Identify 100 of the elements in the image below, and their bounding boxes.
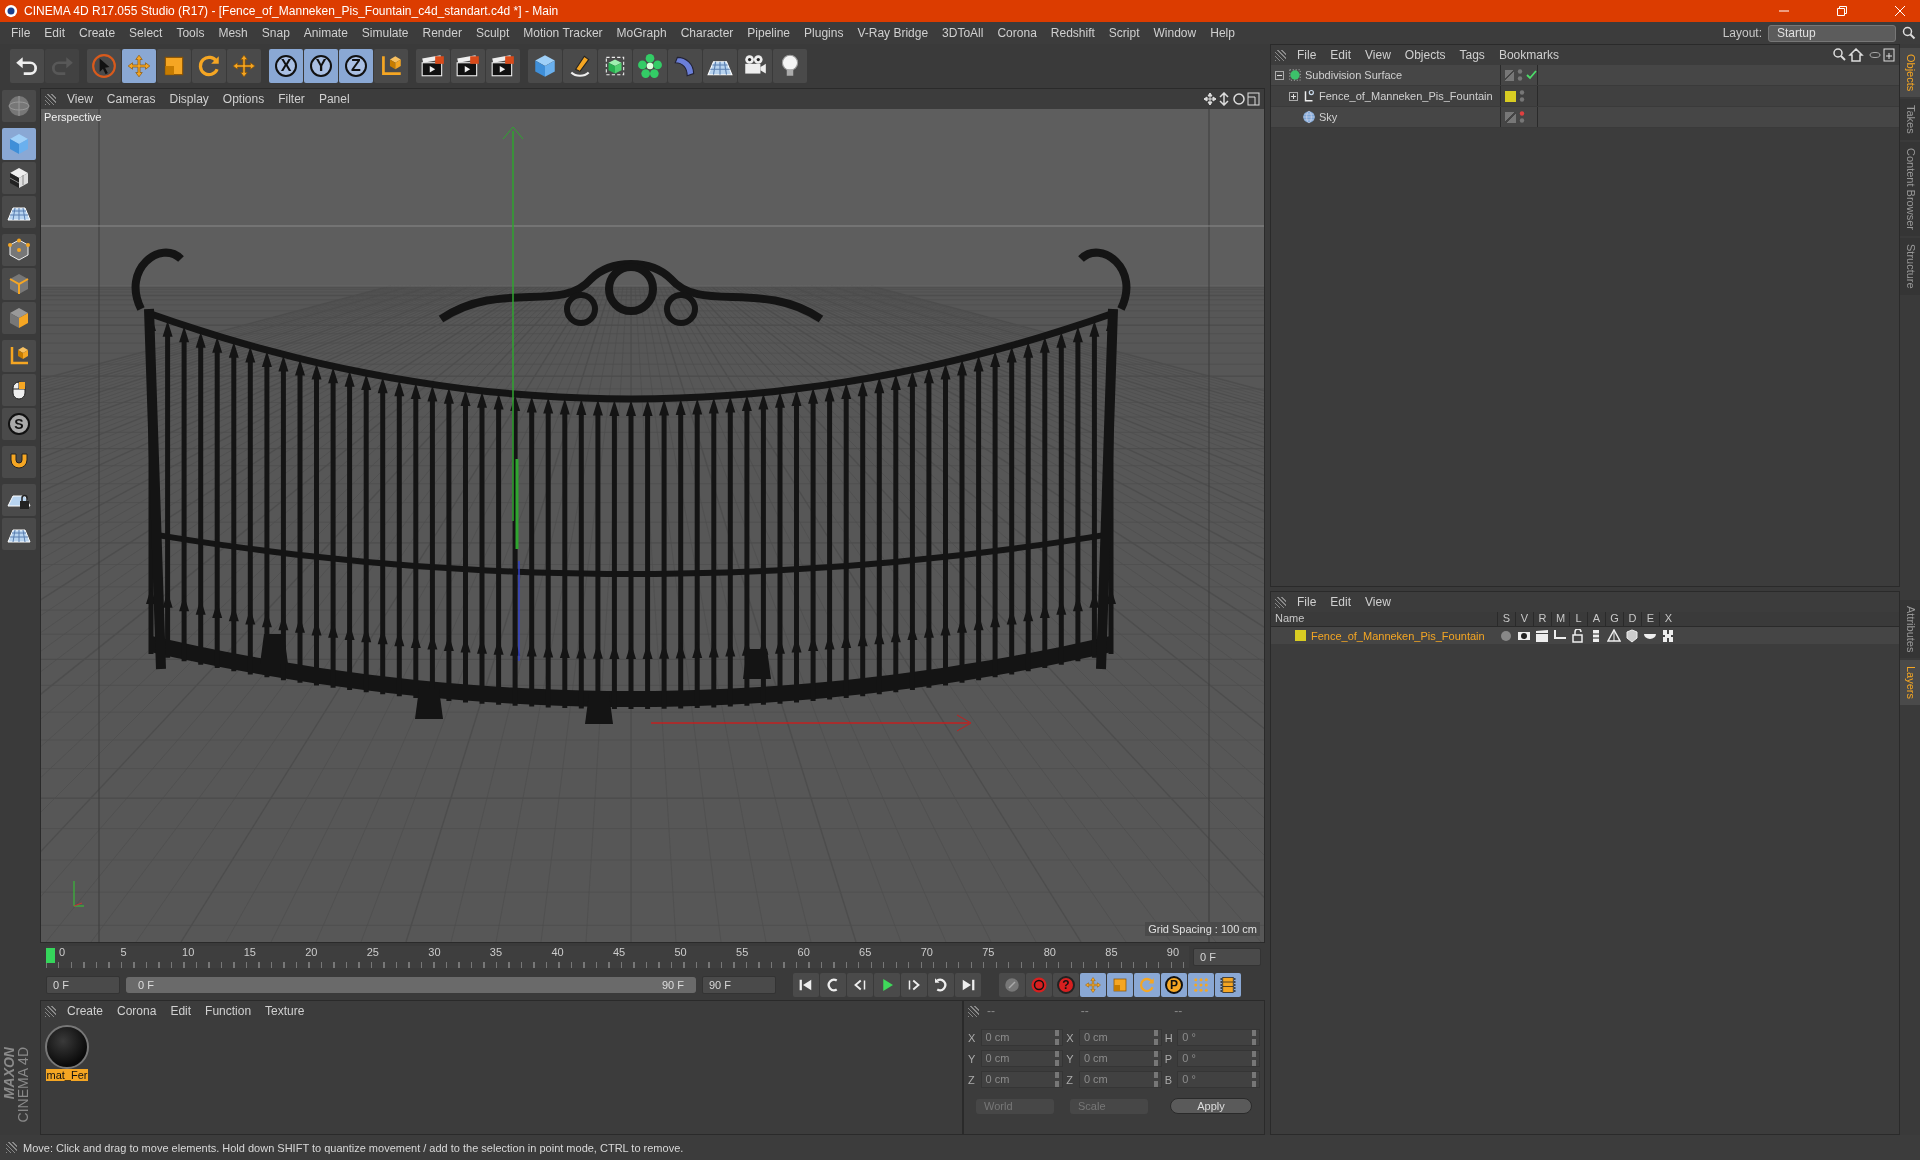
- restore-icon[interactable]: [1836, 5, 1848, 17]
- menu-item[interactable]: Corona: [110, 1004, 164, 1018]
- menu-item[interactable]: Redshift: [1043, 26, 1102, 40]
- workplane-lock-button[interactable]: [2, 484, 36, 516]
- menu-item[interactable]: File: [1290, 595, 1324, 609]
- menu-item[interactable]: Create: [60, 1004, 111, 1018]
- expand-toggle[interactable]: [1289, 91, 1299, 101]
- menu-item[interactable]: Cameras: [99, 92, 163, 106]
- menu-item[interactable]: Character: [673, 26, 741, 40]
- menu-item[interactable]: Select: [122, 26, 170, 40]
- apply-button[interactable]: Apply: [1170, 1098, 1252, 1114]
- visibility-dots[interactable]: [1519, 110, 1525, 124]
- panel-grip-icon[interactable]: [968, 1005, 979, 1017]
- layer-toggle-icon[interactable]: [1607, 628, 1621, 643]
- texture-mode-button[interactable]: [2, 162, 36, 194]
- record-key-button[interactable]: [999, 973, 1025, 997]
- axis-lock-button[interactable]: S: [2, 408, 36, 440]
- layer-toggle-icon[interactable]: [1535, 628, 1549, 643]
- material-item[interactable]: mat_Fer: [45, 1025, 89, 1081]
- menu-item[interactable]: Snap: [254, 26, 297, 40]
- object-name[interactable]: Fence_of_Manneken_Pis_Fountain: [1319, 90, 1493, 102]
- light-button[interactable]: [773, 49, 807, 83]
- menu-item[interactable]: MoGraph: [609, 26, 674, 40]
- layer-toggle-icon[interactable]: [1499, 628, 1513, 643]
- menu-item[interactable]: Corona: [990, 26, 1044, 40]
- menu-item[interactable]: Create: [72, 26, 123, 40]
- layer-toggle-icon[interactable]: [1661, 628, 1675, 643]
- first-frame-button[interactable]: [793, 973, 819, 997]
- timeline-ruler[interactable]: 0 5 10 15 20 25 30 35 40 45 50 55 60 65 70 75 80 85 90: [46, 945, 1189, 968]
- start-frame-field[interactable]: 0 F: [46, 976, 120, 994]
- menu-item[interactable]: View: [60, 92, 100, 106]
- menu-item[interactable]: Edit: [37, 26, 73, 40]
- close-icon[interactable]: [1894, 5, 1906, 17]
- menu-item[interactable]: Tools: [169, 26, 212, 40]
- menu-item[interactable]: 3DToAll: [935, 26, 991, 40]
- menu-item[interactable]: Simulate: [354, 26, 416, 40]
- menu-item[interactable]: Render: [415, 26, 469, 40]
- menu-item[interactable]: Window: [1146, 26, 1204, 40]
- frame-range-slider[interactable]: 0 F 90 F: [126, 977, 696, 993]
- panel-grip-icon[interactable]: [1275, 49, 1286, 61]
- visibility-dots[interactable]: [1517, 68, 1523, 82]
- magnet-button[interactable]: [2, 446, 36, 478]
- panel-tab[interactable]: Layers: [1900, 659, 1920, 705]
- collapse-toggle[interactable]: [1275, 70, 1285, 80]
- move-tool-button[interactable]: [227, 49, 261, 83]
- layer-color-swatch[interactable]: [1295, 630, 1306, 641]
- coordinate-system-button[interactable]: [2, 340, 36, 372]
- layout-dropdown[interactable]: Startup: [1768, 24, 1896, 42]
- playhead[interactable]: [46, 947, 55, 963]
- menu-item[interactable]: Options: [215, 92, 272, 106]
- axis-lock-button[interactable]: Y: [304, 49, 338, 83]
- menu-item[interactable]: Function: [198, 1004, 259, 1018]
- menu-item[interactable]: Motion Tracker: [516, 26, 610, 40]
- timeline-button[interactable]: [1215, 973, 1241, 997]
- menu-item[interactable]: V-Ray Bridge: [850, 26, 936, 40]
- rotate-tool-button[interactable]: [192, 49, 226, 83]
- menu-item[interactable]: Mesh: [211, 26, 255, 40]
- polygons-mode-button[interactable]: [2, 302, 36, 334]
- panel-tab[interactable]: Structure: [1900, 238, 1920, 295]
- menu-item[interactable]: View: [1358, 48, 1398, 62]
- object-name[interactable]: Subdivision Surface: [1305, 69, 1403, 81]
- deformer-button[interactable]: [668, 49, 702, 83]
- next-key-button[interactable]: [928, 973, 954, 997]
- autokey-button[interactable]: [1026, 973, 1052, 997]
- render-button[interactable]: [486, 49, 520, 83]
- menu-item[interactable]: Edit: [163, 1004, 199, 1018]
- menu-item[interactable]: Display: [162, 92, 216, 106]
- menu-item[interactable]: Edit: [1323, 595, 1359, 609]
- menu-item[interactable]: Animate: [296, 26, 355, 40]
- edges-mode-button[interactable]: [2, 268, 36, 300]
- tweak-mode-button[interactable]: [2, 374, 36, 406]
- previous-frame-button[interactable]: [847, 973, 873, 997]
- manager-tools-icon[interactable]: [1833, 48, 1895, 62]
- select-tool-button[interactable]: [87, 49, 121, 83]
- menu-item[interactable]: Filter: [271, 92, 312, 106]
- menu-item[interactable]: Pipeline: [740, 26, 798, 40]
- search-icon[interactable]: [1902, 26, 1916, 40]
- scale-tool-button[interactable]: [157, 49, 191, 83]
- visibility-dots[interactable]: [1519, 89, 1525, 103]
- menu-item[interactable]: File: [1290, 48, 1324, 62]
- points-mode-button[interactable]: [2, 234, 36, 266]
- render-button[interactable]: [451, 49, 485, 83]
- current-frame-field[interactable]: 0 F: [1193, 947, 1261, 966]
- panel-grip-icon[interactable]: [45, 93, 56, 105]
- panel-grip-icon[interactable]: [45, 1005, 56, 1017]
- undo-button[interactable]: [10, 49, 44, 83]
- floor-button[interactable]: [703, 49, 737, 83]
- menu-item[interactable]: Script: [1101, 26, 1147, 40]
- menu-item[interactable]: Texture: [258, 1004, 312, 1018]
- layer-toggle-icon[interactable]: [1625, 628, 1639, 643]
- subdivision-button[interactable]: [598, 49, 632, 83]
- pen-tool-button[interactable]: [563, 49, 597, 83]
- menu-item[interactable]: Help: [1203, 26, 1242, 40]
- parameter-key-button[interactable]: P: [1161, 973, 1187, 997]
- camera-button[interactable]: [738, 49, 772, 83]
- menu-item[interactable]: Objects: [1397, 48, 1453, 62]
- panel-tab[interactable]: Content Browser: [1900, 142, 1920, 236]
- menu-item[interactable]: Bookmarks: [1491, 48, 1566, 62]
- enabled-check-icon[interactable]: [1526, 70, 1537, 80]
- coordinate-system-button[interactable]: [374, 49, 408, 83]
